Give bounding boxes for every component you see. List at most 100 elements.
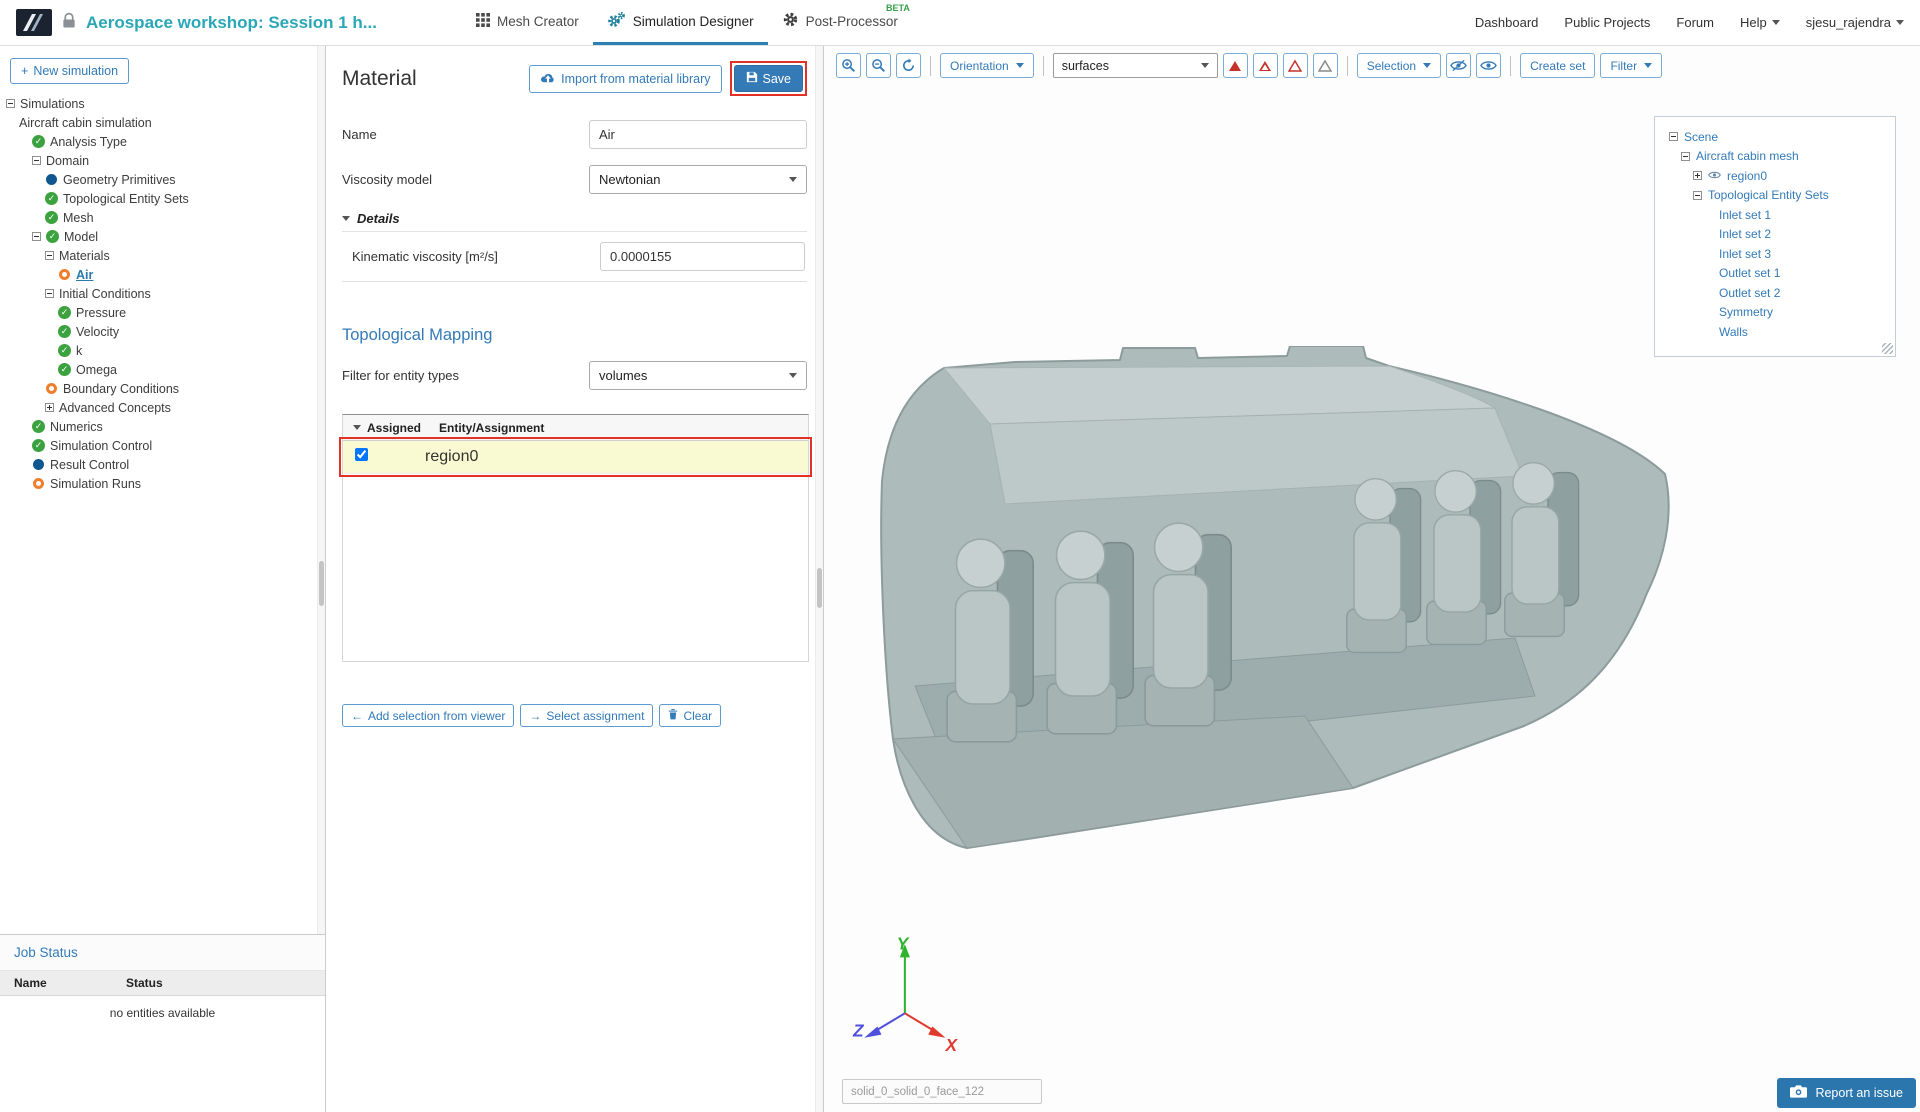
scene-item-topological-entity-sets[interactable]: Topological Entity Sets xyxy=(1663,186,1887,206)
show-all-button[interactable] xyxy=(1476,53,1501,78)
tree-item-topological-entity-sets[interactable]: Topological Entity Sets xyxy=(0,189,325,208)
tree-item-mesh[interactable]: Mesh xyxy=(0,208,325,227)
col-entity-label[interactable]: Entity/Assignment xyxy=(439,421,544,435)
expand-icon[interactable] xyxy=(1693,171,1702,180)
status-incomplete-icon xyxy=(33,478,44,489)
arrow-left-icon: ← xyxy=(351,709,363,723)
tree-item-analysis-type[interactable]: Analysis Type xyxy=(0,132,325,151)
tree-item-advanced-concepts[interactable]: Advanced Concepts xyxy=(0,398,325,417)
scene-item-outlet-set-2[interactable]: Outlet set 2 xyxy=(1663,283,1887,303)
select-assignment-button[interactable]: → Select assignment xyxy=(520,704,653,727)
selection-button[interactable]: Selection xyxy=(1357,53,1441,78)
scrollbar-thumb[interactable] xyxy=(319,561,324,606)
material-settings-panel: Material Import from material library Sa… xyxy=(326,46,824,1112)
collapse-icon[interactable] xyxy=(45,289,54,298)
collapse-icon[interactable] xyxy=(1693,191,1702,200)
scene-item-symmetry[interactable]: Symmetry xyxy=(1663,303,1887,323)
collapse-icon[interactable] xyxy=(32,232,41,241)
region0-assigned-checkbox[interactable] xyxy=(355,448,368,461)
new-simulation-button[interactable]: +New simulation xyxy=(10,58,129,84)
tree-item-domain[interactable]: Domain xyxy=(0,151,325,170)
tree-item-omega[interactable]: Omega xyxy=(0,360,325,379)
orientation-button[interactable]: Orientation xyxy=(940,53,1034,78)
collapse-icon[interactable] xyxy=(45,251,54,260)
report-issue-button[interactable]: Report an issue xyxy=(1777,1078,1916,1108)
tree-item-materials[interactable]: Materials xyxy=(0,246,325,265)
viscosity-model-select[interactable]: Newtonian xyxy=(589,165,807,194)
tree-item-initial-conditions[interactable]: Initial Conditions xyxy=(0,284,325,303)
filter-button[interactable]: Filter xyxy=(1600,53,1662,78)
tree-item-simulation-control[interactable]: Simulation Control xyxy=(0,436,325,455)
import-material-button[interactable]: Import from material library xyxy=(529,65,721,93)
nav-help[interactable]: Help xyxy=(1740,15,1780,30)
tab-simulation-designer[interactable]: Simulation Designer xyxy=(593,0,768,45)
tree-item-boundary-conditions[interactable]: Boundary Conditions xyxy=(0,379,325,398)
save-button[interactable]: Save xyxy=(734,65,804,92)
kinematic-viscosity-input[interactable] xyxy=(600,242,805,271)
tree-item-model[interactable]: Model xyxy=(0,227,325,246)
collapse-icon[interactable] xyxy=(1681,152,1690,161)
tree-item-simulation-runs[interactable]: Simulation Runs xyxy=(0,474,325,493)
scene-item-scene[interactable]: Scene xyxy=(1663,127,1887,147)
panel-scrollbar[interactable] xyxy=(815,46,823,1112)
zoom-fit-button[interactable] xyxy=(866,53,891,78)
scene-item-aircraft-cabin-mesh[interactable]: Aircraft cabin mesh xyxy=(1663,147,1887,167)
collapse-icon[interactable] xyxy=(6,99,15,108)
tree-item-numerics[interactable]: Numerics xyxy=(0,417,325,436)
eye-icon[interactable] xyxy=(1708,169,1721,183)
expand-icon[interactable] xyxy=(45,403,54,412)
status-complete-icon xyxy=(58,306,71,319)
details-toggle[interactable]: Details xyxy=(342,206,807,231)
panel-title: Material xyxy=(342,67,529,91)
status-complete-icon xyxy=(32,439,45,452)
nav-forum[interactable]: Forum xyxy=(1676,15,1714,30)
scene-item-region0[interactable]: region0 xyxy=(1663,166,1887,186)
clip-outline-red-button[interactable] xyxy=(1283,53,1308,78)
tree-item-velocity[interactable]: Velocity xyxy=(0,322,325,341)
axis-triad: Y Z X xyxy=(852,934,974,1056)
create-set-button[interactable]: Create set xyxy=(1520,53,1595,78)
status-complete-icon xyxy=(45,192,58,205)
render-mode-select[interactable]: surfaces xyxy=(1053,53,1218,78)
user-menu[interactable]: sjesu_rajendra xyxy=(1806,15,1904,30)
nav-public-projects[interactable]: Public Projects xyxy=(1564,15,1650,30)
scene-item-inlet-set-1[interactable]: Inlet set 1 xyxy=(1663,205,1887,225)
col-assigned-label[interactable]: Assigned xyxy=(367,421,421,435)
clip-solid-button[interactable] xyxy=(1223,53,1248,78)
hide-selection-button[interactable] xyxy=(1446,53,1471,78)
zoom-in-button[interactable] xyxy=(836,53,861,78)
clip-outline-gray-button[interactable] xyxy=(1313,53,1338,78)
tree-item-geometry-primitives[interactable]: Geometry Primitives xyxy=(0,170,325,189)
scene-item-inlet-set-3[interactable]: Inlet set 3 xyxy=(1663,244,1887,264)
sidebar-scrollbar[interactable] xyxy=(317,46,325,934)
material-name-input[interactable] xyxy=(589,120,807,149)
entity-type-select[interactable]: volumes xyxy=(589,361,807,390)
scrollbar-thumb[interactable] xyxy=(817,568,822,608)
tree-item-result-control[interactable]: Result Control xyxy=(0,455,325,474)
nav-dashboard[interactable]: Dashboard xyxy=(1475,15,1539,30)
tab-post-processor[interactable]: BETA Post-Processor xyxy=(768,0,912,45)
scene-item-inlet-set-2[interactable]: Inlet set 2 xyxy=(1663,225,1887,245)
add-selection-button[interactable]: ← Add selection from viewer xyxy=(342,704,514,727)
collapse-icon[interactable] xyxy=(32,156,41,165)
sort-desc-icon[interactable] xyxy=(353,425,361,430)
simscale-logo[interactable] xyxy=(16,9,52,36)
tree-item-aircraft-cabin-simulation[interactable]: Aircraft cabin simulation xyxy=(0,113,325,132)
scene-item-walls[interactable]: Walls xyxy=(1663,322,1887,342)
scene-item-outlet-set-1[interactable]: Outlet set 1 xyxy=(1663,264,1887,284)
refresh-view-button[interactable] xyxy=(896,53,921,78)
tab-mesh-creator[interactable]: Mesh Creator xyxy=(462,0,593,45)
collapse-icon[interactable] xyxy=(1669,132,1678,141)
panel-resize-handle[interactable] xyxy=(1882,343,1893,354)
clear-button[interactable]: Clear xyxy=(659,704,721,727)
project-title[interactable]: Aerospace workshop: Session 1 h... xyxy=(86,13,377,33)
tree-item-simulations[interactable]: Simulations xyxy=(0,94,325,113)
tab-label: Simulation Designer xyxy=(633,14,754,29)
tree-item-k[interactable]: k xyxy=(0,341,325,360)
table-row-region0[interactable]: region0 xyxy=(343,441,808,474)
tree-item-air[interactable]: Air xyxy=(0,265,325,284)
tree-item-pressure[interactable]: Pressure xyxy=(0,303,325,322)
aircraft-cabin-model[interactable] xyxy=(872,346,1678,886)
clip-half-button[interactable] xyxy=(1253,53,1278,78)
viewer-3d[interactable]: Orientation surfaces xyxy=(824,46,1920,1112)
